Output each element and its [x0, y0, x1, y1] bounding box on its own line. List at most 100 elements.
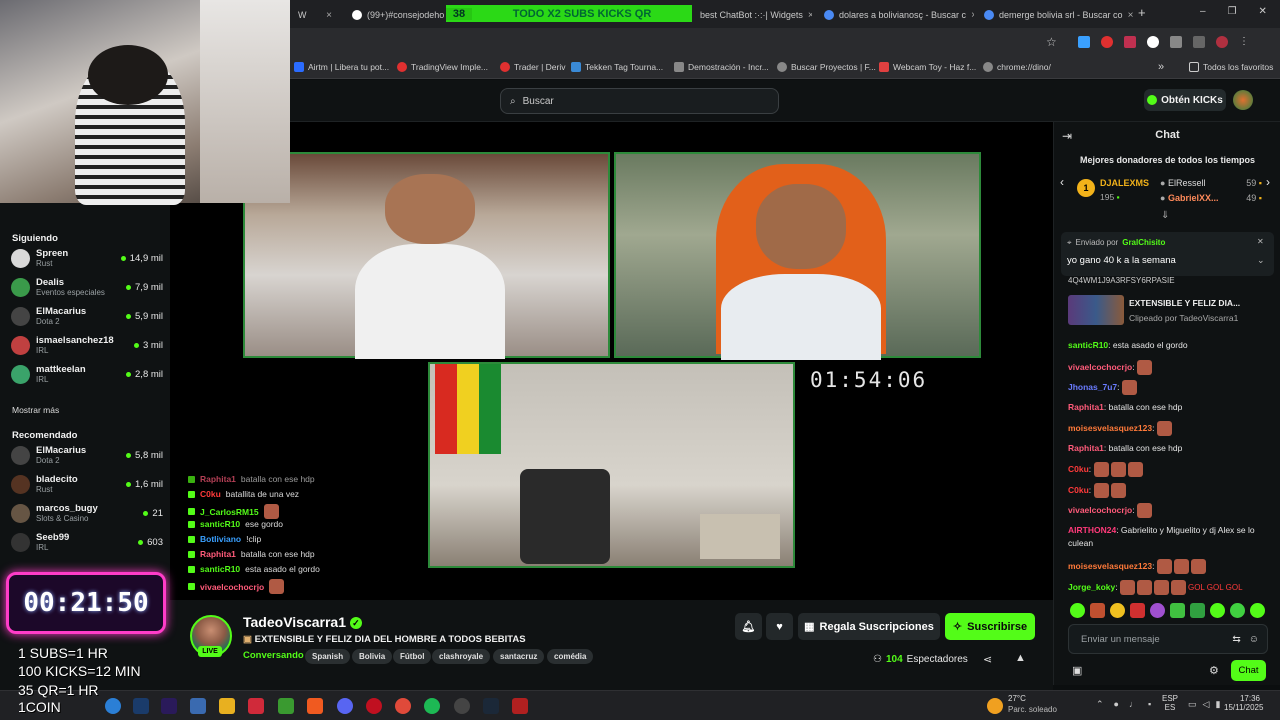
get-kicks-button[interactable]: Obtén KICKs: [1144, 89, 1226, 111]
settings-gear-icon[interactable]: ⚙: [1209, 664, 1219, 677]
sidebar-channel[interactable]: Spreen Rust 14,9 mil: [11, 245, 163, 271]
emote-icon[interactable]: [1070, 603, 1085, 618]
app-icon[interactable]: [512, 698, 528, 714]
sidebar-channel[interactable]: Seeb99 IRL 603: [11, 529, 163, 555]
sidebar-channel[interactable]: ElMacarius Dota 2 5,9 mil: [11, 303, 163, 329]
bookmark-item[interactable]: Airtm | Libera tu pot...: [294, 59, 389, 75]
emote-icon[interactable]: [1230, 603, 1245, 618]
translate-icon[interactable]: ⇆: [1232, 634, 1240, 645]
opera-icon[interactable]: [366, 698, 382, 714]
bookmarks-overflow-icon[interactable]: »: [1158, 59, 1164, 75]
chevron-down-icon[interactable]: ⌄: [1257, 255, 1265, 266]
notification-bell-button[interactable]: 🔔︎: [735, 613, 762, 640]
minecraft-icon[interactable]: [278, 698, 294, 714]
puzzle-icon[interactable]: [1170, 36, 1182, 48]
sidebar-channel[interactable]: Dealis Eventos especiales 7,9 mil: [11, 274, 163, 300]
steam-icon[interactable]: [483, 698, 499, 714]
emote-icon[interactable]: [1150, 603, 1165, 618]
photoshop-icon[interactable]: [133, 698, 149, 714]
chat-input[interactable]: Enviar un mensaje ⇆ ☺: [1068, 624, 1268, 654]
sidebar-channel[interactable]: ElMacarius Dota 2 5,8 mil: [11, 442, 163, 468]
emote-icon[interactable]: [1090, 603, 1105, 618]
browser-tab[interactable]: demerge bolivia srl - Buscar co ×: [976, 4, 1134, 26]
clip-title[interactable]: EXTENSIBLE Y FELIZ DIA...: [1129, 298, 1240, 308]
user-avatar[interactable]: [1233, 90, 1253, 110]
chrome-icon[interactable]: [395, 698, 411, 714]
tag-chip[interactable]: santacruz: [493, 649, 545, 664]
deriv-app-icon[interactable]: [248, 698, 264, 714]
chevron-right-icon[interactable]: ›: [1266, 175, 1270, 189]
emote-icon[interactable]: [1210, 603, 1225, 618]
edge-icon[interactable]: [105, 698, 121, 714]
bookmark-item[interactable]: chrome://dino/: [983, 59, 1051, 75]
emote-icon[interactable]: [1170, 603, 1185, 618]
premiere-icon[interactable]: [161, 698, 177, 714]
brave-icon[interactable]: [307, 698, 323, 714]
tag-chip[interactable]: clashroyale: [432, 649, 491, 664]
menu-kebab-icon[interactable]: ⋮: [1239, 36, 1249, 48]
sidebar-channel[interactable]: marcos_bugy Slots & Casino 21: [11, 500, 163, 526]
expand-donors-icon[interactable]: ⇓: [1161, 210, 1169, 221]
bookmark-item[interactable]: Demostración - Incr...: [674, 59, 769, 75]
chat-username[interactable]: Jorge_koky: [1068, 582, 1115, 592]
chevron-left-icon[interactable]: ‹: [1060, 175, 1064, 189]
clip-thumbnail[interactable]: [1068, 295, 1124, 325]
emote-icon[interactable]: [1250, 603, 1265, 618]
sidebar-channel[interactable]: ismaelsanchez18 IRL 3 mil: [11, 332, 163, 358]
bookmark-item[interactable]: TradingView Imple...: [397, 59, 488, 75]
extension-icon[interactable]: [1124, 36, 1136, 48]
bookmark-item[interactable]: Tekken Tag Tourna...: [571, 59, 663, 75]
new-tab-icon[interactable]: +: [1138, 5, 1146, 20]
tray-app-icon[interactable]: ●: [1114, 699, 1119, 710]
browser-tab[interactable]: (99+)#consejodehomb: [344, 4, 444, 26]
sidebar-channel[interactable]: bladecito Rust 1,6 mil: [11, 471, 163, 497]
spotify-icon[interactable]: [424, 698, 440, 714]
gift-subs-button[interactable]: ▦ Regala Suscripciones: [798, 613, 940, 640]
tag-chip[interactable]: Spanish: [305, 649, 351, 664]
shield-extension-icon[interactable]: [1147, 36, 1159, 48]
all-bookmarks-folder[interactable]: Todos los favoritos: [1189, 59, 1273, 75]
emote-icon[interactable]: [1190, 603, 1205, 618]
maximize-icon[interactable]: ❐: [1228, 6, 1237, 17]
tray-chevron-icon[interactable]: ⌃: [1096, 699, 1104, 710]
language-indicator[interactable]: ESP ES: [1162, 694, 1178, 712]
sidebar-channel[interactable]: mattkeelan IRL 2,8 mil: [11, 361, 163, 387]
file-explorer-icon[interactable]: [219, 698, 235, 714]
send-chat-button[interactable]: Chat: [1231, 660, 1266, 681]
tag-chip[interactable]: comédia: [547, 649, 594, 664]
chat-username[interactable]: moisesvelasquez123: [1068, 561, 1152, 571]
chat-username[interactable]: santicR10: [1068, 340, 1108, 350]
chat-username[interactable]: AIRTHON24: [1068, 525, 1116, 535]
bookmark-item[interactable]: Buscar Proyectos | F...: [777, 59, 876, 75]
channel-name-row[interactable]: TadeoViscarra1 ✓: [243, 614, 362, 630]
bookmark-star-icon[interactable]: ☆: [1046, 35, 1057, 49]
unpin-icon[interactable]: ✕: [1257, 237, 1264, 246]
chat-username[interactable]: C0ku: [1068, 485, 1089, 495]
profile-icon[interactable]: [1216, 36, 1228, 48]
search-input[interactable]: ⌕ Buscar: [500, 88, 779, 114]
chat-username[interactable]: Raphita1: [1068, 443, 1104, 453]
tag-chip[interactable]: Fútbol: [393, 649, 432, 664]
minimize-icon[interactable]: –: [1200, 6, 1206, 17]
media-icon[interactable]: [1193, 36, 1205, 48]
obs-icon[interactable]: [454, 698, 470, 714]
show-more-link[interactable]: Mostrar más: [12, 405, 59, 415]
browser-tab[interactable]: dolares a bolivianosç - Buscar c ×: [816, 4, 974, 26]
chat-username[interactable]: C0ku: [1068, 464, 1089, 474]
pinned-message[interactable]: ⌖ Enviado por GralChisito ✕ yo gano 40 k a…: [1061, 232, 1274, 276]
bookmark-item[interactable]: Webcam Toy - Haz f...: [879, 59, 976, 75]
bookmark-item[interactable]: Trader | Deriv: [500, 59, 566, 75]
emote-icon[interactable]: [1110, 603, 1125, 618]
weather-icon[interactable]: [987, 698, 1003, 714]
share-icon[interactable]: ⋖: [983, 653, 992, 666]
chat-username[interactable]: vivaelcochocrjo: [1068, 362, 1132, 372]
tag-chip[interactable]: Bolivia: [352, 649, 393, 664]
video-player[interactable]: 01:54:06 Raphita1 batalla con ese hdp C0k…: [170, 122, 1053, 600]
browser-tab[interactable]: W ×: [290, 4, 340, 26]
discord-icon[interactable]: [337, 698, 353, 714]
close-icon[interactable]: ×: [1128, 10, 1134, 21]
follow-heart-button[interactable]: ♥: [766, 613, 793, 640]
microphone-icon[interactable]: ♩: [1129, 699, 1138, 710]
close-icon[interactable]: ×: [808, 10, 812, 21]
clock[interactable]: 17:36 15/11/2025: [1224, 694, 1263, 712]
